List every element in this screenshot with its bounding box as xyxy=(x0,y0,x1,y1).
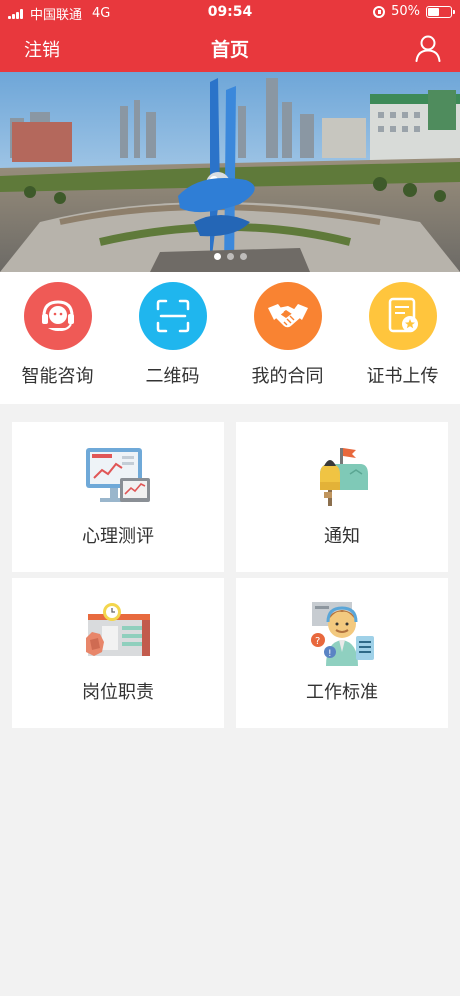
orientation-lock-icon xyxy=(373,5,386,18)
mailbox-icon xyxy=(320,448,368,506)
support-agent-icon: ? ! xyxy=(311,602,374,666)
svg-text:!: ! xyxy=(328,649,332,659)
card-job-duties[interactable]: 岗位职责 xyxy=(12,578,224,728)
card-notice[interactable]: 通知 xyxy=(236,422,448,572)
qrcode-label: 二维码 xyxy=(145,366,200,387)
certificate-label: 证书上传 xyxy=(366,366,439,387)
quick-action-consult[interactable]: 智能咨询 xyxy=(0,272,115,404)
banner-image xyxy=(0,72,460,272)
handshake-icon xyxy=(267,304,308,328)
user-icon[interactable] xyxy=(414,34,442,62)
battery-icon xyxy=(426,5,455,18)
quick-action-certificate[interactable]: 证书上传 xyxy=(345,272,460,404)
headset-icon xyxy=(41,300,74,331)
consult-circle xyxy=(23,282,92,350)
job-duties-label: 岗位职责 xyxy=(82,682,154,703)
carousel-indicator xyxy=(0,253,460,260)
status-right: 50% xyxy=(373,4,455,19)
nav-bar: 注销 首页 xyxy=(0,24,460,72)
contract-label: 我的合同 xyxy=(251,366,324,387)
carousel-dot[interactable] xyxy=(226,253,234,260)
work-standard-label: 工作标准 xyxy=(306,682,378,703)
quick-action-contract[interactable]: 我的合同 xyxy=(230,272,345,404)
page-title: 首页 xyxy=(210,39,249,61)
consult-label: 智能咨询 xyxy=(21,366,94,387)
monitor-chart-icon xyxy=(86,448,150,502)
quick-actions: 智能咨询 二维码 我的合同 证书上传 xyxy=(0,272,460,404)
contract-circle xyxy=(253,282,322,350)
svg-text:?: ? xyxy=(315,636,320,647)
psych-assessment-label: 心理测评 xyxy=(82,526,154,547)
qr-scan-icon xyxy=(156,299,189,333)
status-bar: 中国联通 4G 09:54 50% xyxy=(0,0,460,24)
battery-fill xyxy=(428,7,439,16)
notice-label: 通知 xyxy=(324,526,360,547)
carousel-dot[interactable] xyxy=(239,253,247,260)
card-psych-assessment[interactable]: 心理测评 xyxy=(12,422,224,572)
feature-grid: 心理测评 通知 岗位职责 ? ! 工作标准 xyxy=(12,422,448,728)
quick-action-qrcode[interactable]: 二维码 xyxy=(115,272,230,404)
carousel-dot[interactable] xyxy=(213,253,221,260)
banner-carousel[interactable] xyxy=(0,72,460,272)
certificate-icon xyxy=(388,297,418,333)
certificate-circle xyxy=(368,282,437,350)
battery-percent: 50% xyxy=(391,4,420,19)
card-work-standard[interactable]: ? ! 工作标准 xyxy=(236,578,448,728)
qrcode-circle xyxy=(138,282,207,350)
calendar-board-icon xyxy=(86,603,150,656)
